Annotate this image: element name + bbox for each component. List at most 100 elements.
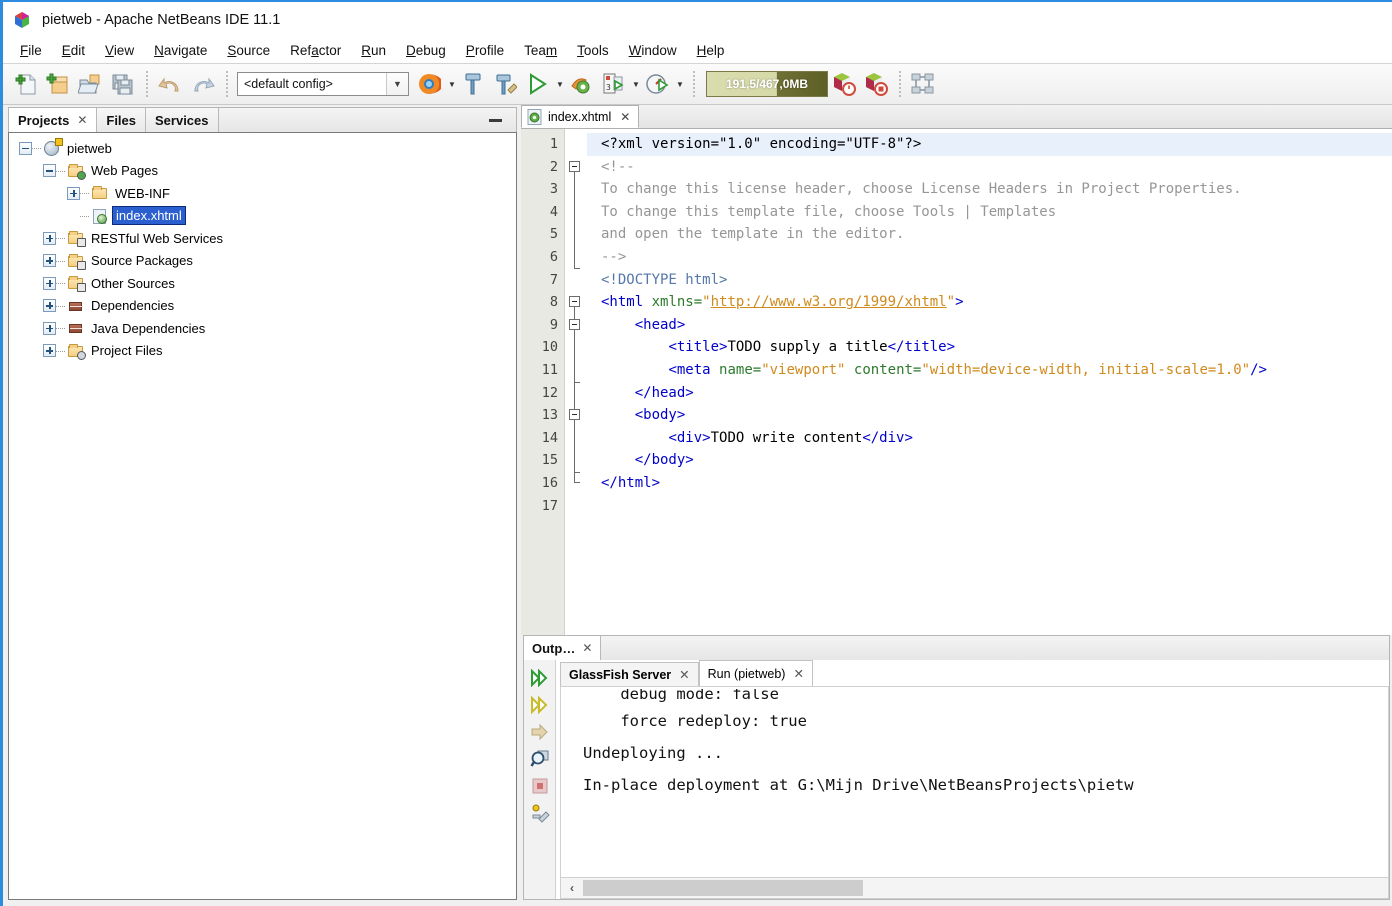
minimize-icon[interactable] [489, 118, 502, 122]
browser-dropdown-caret-icon[interactable]: ▼ [446, 69, 458, 99]
uml-diagram-icon[interactable] [908, 69, 938, 99]
save-all-icon[interactable] [107, 69, 137, 99]
build-project-hammer-icon[interactable] [458, 69, 488, 99]
tree-node-index-xhtml[interactable]: index.xhtml [9, 205, 516, 228]
fold-collapse-icon[interactable] [569, 409, 580, 421]
redo-icon[interactable] [187, 69, 217, 99]
find-in-output-icon[interactable] [527, 745, 553, 772]
fold-row [565, 201, 587, 224]
editor-tab-index-xhtml[interactable]: index.xhtml ✕ [521, 105, 640, 128]
tab-services[interactable]: Services [146, 108, 219, 132]
browser-firefox-icon[interactable] [414, 69, 444, 99]
fold-row-2[interactable] [565, 156, 587, 269]
menu-profile[interactable]: Profile [456, 41, 514, 61]
tree-connector [56, 283, 65, 285]
menu-source[interactable]: Source [217, 41, 280, 61]
output-text-area[interactable]: debug mode: false force redeploy: true U… [560, 686, 1389, 877]
tab-files[interactable]: Files [97, 108, 146, 132]
menu-tools[interactable]: Tools [567, 41, 619, 61]
output-tab-glassfish-server[interactable]: GlassFish Server ✕ [560, 662, 699, 686]
scroll-left-icon[interactable]: ‹ [561, 878, 583, 898]
fold-collapse-icon[interactable] [569, 296, 580, 308]
rerun-yellow-icon[interactable] [527, 691, 553, 718]
expand-handle-icon[interactable] [43, 276, 56, 290]
tab-projects[interactable]: Projects ✕ [9, 108, 98, 132]
fold-row-8[interactable] [565, 291, 587, 484]
tree-node-dependencies[interactable]: Dependencies [9, 295, 516, 318]
fold-collapse-icon[interactable] [569, 318, 580, 330]
scrollbar-track[interactable] [583, 878, 1388, 898]
menu-help[interactable]: Help [687, 41, 735, 61]
menu-navigate[interactable]: Navigate [144, 41, 217, 61]
tree-label: RESTful Web Services [91, 230, 223, 246]
menu-file[interactable]: File [10, 41, 52, 61]
tree-node-source-packages[interactable]: Source Packages [9, 250, 516, 273]
local-history-icon[interactable] [828, 69, 858, 99]
open-project-icon[interactable] [75, 69, 105, 99]
menu-edit[interactable]: Edit [52, 41, 95, 61]
output-panel: Outp… ✕ GlassFish Server ✕ Run (pietweb)… [521, 635, 1392, 906]
new-file-icon[interactable] [11, 69, 41, 99]
stop-build-icon[interactable] [860, 69, 890, 99]
editor-panel: index.xhtml ✕ 1 2 3 4 5 6 7 8 9 10 11 12… [521, 105, 1392, 635]
chevron-down-icon[interactable]: ▼ [386, 73, 408, 95]
test-dropdown-caret-icon[interactable]: ▼ [630, 69, 642, 99]
new-project-icon[interactable] [43, 69, 73, 99]
menu-view[interactable]: View [95, 41, 144, 61]
menu-window[interactable]: Window [619, 41, 687, 61]
tree-node-web-inf[interactable]: WEB-INF [9, 182, 516, 205]
libraries-icon [67, 298, 85, 314]
expand-handle-icon[interactable] [43, 231, 56, 245]
code-text-area[interactable]: <?xml version="1.0" encoding="UTF-8"?> <… [587, 129, 1392, 635]
output-settings-icon[interactable] [527, 799, 553, 826]
tree-node-web-pages[interactable]: Web Pages [9, 160, 516, 183]
menu-debug[interactable]: Debug [396, 41, 456, 61]
test-project-icon[interactable]: 3 [598, 69, 628, 99]
memory-gauge[interactable]: 191,5/467,0MB [706, 71, 828, 97]
expand-handle-icon[interactable] [43, 254, 56, 268]
code-folding-column[interactable] [565, 129, 587, 635]
expand-handle-icon[interactable] [43, 299, 56, 313]
fold-row-13[interactable] [565, 404, 587, 474]
menu-run[interactable]: Run [351, 41, 396, 61]
undo-icon[interactable] [155, 69, 185, 99]
tree-node-project-files[interactable]: Project Files [9, 340, 516, 363]
menu-team[interactable]: Team [514, 41, 567, 61]
profile-dropdown-caret-icon[interactable]: ▼ [674, 69, 686, 99]
tab-output-window[interactable]: Outp… ✕ [524, 636, 602, 660]
project-config-combo[interactable]: <default config> ▼ [237, 72, 409, 96]
code-editor[interactable]: 1 2 3 4 5 6 7 8 9 10 11 12 13 14 15 16 1… [521, 129, 1392, 635]
tree-node-pietweb[interactable]: pietweb [9, 137, 516, 160]
tree-node-java-dependencies[interactable]: Java Dependencies [9, 317, 516, 340]
collapse-handle-icon[interactable] [19, 141, 32, 155]
fold-row [565, 133, 587, 156]
rerun-green-icon[interactable] [527, 664, 553, 691]
stop-process-icon[interactable] [527, 772, 553, 799]
debug-project-icon[interactable] [566, 69, 596, 99]
fold-collapse-icon[interactable] [569, 160, 580, 172]
profile-project-icon[interactable] [642, 69, 672, 99]
expand-handle-icon[interactable] [43, 321, 56, 335]
menu-refactor[interactable]: Refactor [280, 41, 351, 61]
close-icon[interactable]: ✕ [582, 641, 592, 655]
close-icon[interactable]: ✕ [77, 113, 87, 127]
close-icon[interactable]: ✕ [679, 667, 689, 682]
close-icon[interactable]: ✕ [620, 110, 630, 124]
close-icon[interactable]: ✕ [793, 666, 803, 681]
clean-and-build-icon[interactable] [490, 69, 520, 99]
run-project-icon[interactable] [522, 69, 552, 99]
tree-node-restful-web-services[interactable]: RESTful Web Services [9, 227, 516, 250]
output-tab-run-pietweb[interactable]: Run (pietweb) ✕ [698, 660, 813, 686]
project-tree[interactable]: pietweb Web Pages WEB-INF index.xhtml RE… [8, 132, 517, 900]
collapse-handle-icon[interactable] [43, 164, 56, 178]
scrollbar-thumb[interactable] [583, 880, 863, 896]
output-side-toolbar [524, 660, 556, 899]
output-horizontal-scrollbar[interactable]: ‹ [560, 877, 1389, 899]
expand-handle-icon[interactable] [43, 344, 56, 358]
run-dropdown-caret-icon[interactable]: ▼ [554, 69, 566, 99]
forward-arrow-icon[interactable] [527, 718, 553, 745]
tree-node-other-sources[interactable]: Other Sources [9, 272, 516, 295]
expand-handle-icon[interactable] [67, 186, 80, 200]
menu-bar[interactable]: File Edit View Navigate Source Refactor … [3, 38, 1392, 64]
fold-row-9[interactable] [565, 314, 587, 383]
